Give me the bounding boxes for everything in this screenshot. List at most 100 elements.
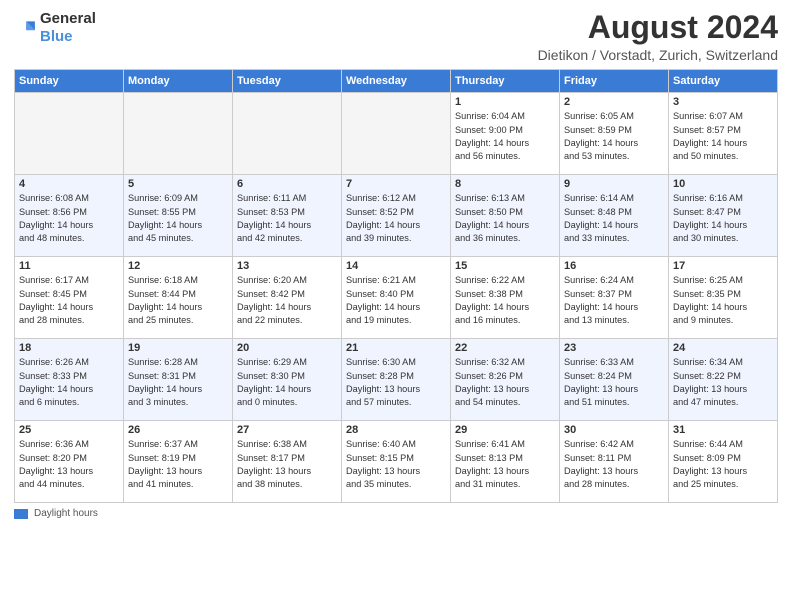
day-info: Sunrise: 6:22 AM Sunset: 8:38 PM Dayligh… xyxy=(455,274,555,327)
calendar-cell: 8 Sunrise: 6:13 AM Sunset: 8:50 PM Daylig… xyxy=(451,175,560,257)
day-number: 19 xyxy=(128,342,228,354)
day-number: 29 xyxy=(455,424,555,436)
day-number: 13 xyxy=(237,260,337,272)
day-info: Sunrise: 6:36 AM Sunset: 8:20 PM Dayligh… xyxy=(19,438,119,491)
day-number: 7 xyxy=(346,178,446,190)
day-number: 11 xyxy=(19,260,119,272)
day-info: Sunrise: 6:24 AM Sunset: 8:37 PM Dayligh… xyxy=(564,274,664,327)
legend-label: Daylight hours xyxy=(34,508,98,519)
day-number: 10 xyxy=(673,178,773,190)
day-number: 18 xyxy=(19,342,119,354)
day-info: Sunrise: 6:32 AM Sunset: 8:26 PM Dayligh… xyxy=(455,356,555,409)
col-saturday: Saturday xyxy=(669,70,778,93)
day-info: Sunrise: 6:18 AM Sunset: 8:44 PM Dayligh… xyxy=(128,274,228,327)
calendar-cell: 13Sunrise: 6:20 AM Sunset: 8:42 PM Dayli… xyxy=(233,257,342,339)
col-monday: Monday xyxy=(124,70,233,93)
logo-text: General Blue xyxy=(40,10,96,46)
calendar-cell: 6Sunrise: 6:11 AM Sunset: 8:53 PM Daylig… xyxy=(233,175,342,257)
calendar-cell: 25 Sunrise: 6:36 AM Sunset: 8:20 PM Dayli… xyxy=(15,421,124,503)
header: General Blue August 2024 Dietikon / Vors… xyxy=(14,10,778,63)
calendar-cell: 16 Sunrise: 6:24 AM Sunset: 8:37 PM Dayli… xyxy=(560,257,669,339)
day-info: Sunrise: 6:08 AM Sunset: 8:56 PM Dayligh… xyxy=(19,192,119,245)
day-info: Sunrise: 6:05 AM Sunset: 8:59 PM Dayligh… xyxy=(564,110,664,163)
day-info: Sunrise: 6:37 AM Sunset: 8:19 PM Dayligh… xyxy=(128,438,228,491)
day-number: 12 xyxy=(128,260,228,272)
day-info: Sunrise: 6:28 AM Sunset: 8:31 PM Dayligh… xyxy=(128,356,228,409)
calendar-week-3: 11 Sunrise: 6:17 AM Sunset: 8:45 PM Dayli… xyxy=(15,257,778,339)
col-friday: Friday xyxy=(560,70,669,93)
day-number: 1 xyxy=(455,96,555,108)
logo-blue: Blue xyxy=(40,28,73,45)
day-info: Sunrise: 6:16 AM Sunset: 8:47 PM Dayligh… xyxy=(673,192,773,245)
day-info: Sunrise: 6:34 AM Sunset: 8:22 PM Dayligh… xyxy=(673,356,773,409)
day-number: 22 xyxy=(455,342,555,354)
col-wednesday: Wednesday xyxy=(342,70,451,93)
calendar-cell: 26 Sunrise: 6:37 AM Sunset: 8:19 PM Dayli… xyxy=(124,421,233,503)
col-tuesday: Tuesday xyxy=(233,70,342,93)
calendar-cell: 12 Sunrise: 6:18 AM Sunset: 8:44 PM Dayli… xyxy=(124,257,233,339)
day-info: Sunrise: 6:33 AM Sunset: 8:24 PM Dayligh… xyxy=(564,356,664,409)
day-number: 26 xyxy=(128,424,228,436)
day-info: Sunrise: 6:26 AM Sunset: 8:33 PM Dayligh… xyxy=(19,356,119,409)
day-number: 14 xyxy=(346,260,446,272)
calendar-cell: 21Sunrise: 6:30 AM Sunset: 8:28 PM Dayli… xyxy=(342,339,451,421)
calendar-table: Sunday Monday Tuesday Wednesday Thursday… xyxy=(14,69,778,503)
day-info: Sunrise: 6:04 AM Sunset: 9:00 PM Dayligh… xyxy=(455,110,555,163)
calendar-cell: 22 Sunrise: 6:32 AM Sunset: 8:26 PM Dayli… xyxy=(451,339,560,421)
calendar-cell: 17 Sunrise: 6:25 AM Sunset: 8:35 PM Dayli… xyxy=(669,257,778,339)
day-number: 31 xyxy=(673,424,773,436)
day-number: 8 xyxy=(455,178,555,190)
title-section: August 2024 Dietikon / Vorstadt, Zurich,… xyxy=(538,10,778,63)
calendar-cell: 28Sunrise: 6:40 AM Sunset: 8:15 PM Dayli… xyxy=(342,421,451,503)
day-info: Sunrise: 6:14 AM Sunset: 8:48 PM Dayligh… xyxy=(564,192,664,245)
calendar-cell: 31Sunrise: 6:44 AM Sunset: 8:09 PM Dayli… xyxy=(669,421,778,503)
day-number: 5 xyxy=(128,178,228,190)
calendar-cell: 15 Sunrise: 6:22 AM Sunset: 8:38 PM Dayli… xyxy=(451,257,560,339)
calendar-cell: 24 Sunrise: 6:34 AM Sunset: 8:22 PM Dayli… xyxy=(669,339,778,421)
calendar-cell xyxy=(342,93,451,175)
logo: General Blue xyxy=(14,10,96,46)
day-number: 27 xyxy=(237,424,337,436)
calendar-cell: 9 Sunrise: 6:14 AM Sunset: 8:48 PM Daylig… xyxy=(560,175,669,257)
day-number: 30 xyxy=(564,424,664,436)
day-number: 15 xyxy=(455,260,555,272)
logo-icon xyxy=(14,17,36,39)
calendar-cell: 23Sunrise: 6:33 AM Sunset: 8:24 PM Dayli… xyxy=(560,339,669,421)
calendar-week-5: 25 Sunrise: 6:36 AM Sunset: 8:20 PM Dayli… xyxy=(15,421,778,503)
day-info: Sunrise: 6:30 AM Sunset: 8:28 PM Dayligh… xyxy=(346,356,446,409)
calendar-cell: 5Sunrise: 6:09 AM Sunset: 8:55 PM Daylig… xyxy=(124,175,233,257)
day-number: 20 xyxy=(237,342,337,354)
calendar-week-2: 4 Sunrise: 6:08 AM Sunset: 8:56 PM Daylig… xyxy=(15,175,778,257)
calendar-week-4: 18 Sunrise: 6:26 AM Sunset: 8:33 PM Dayli… xyxy=(15,339,778,421)
day-info: Sunrise: 6:13 AM Sunset: 8:50 PM Dayligh… xyxy=(455,192,555,245)
calendar-cell: 18 Sunrise: 6:26 AM Sunset: 8:33 PM Dayli… xyxy=(15,339,124,421)
col-sunday: Sunday xyxy=(15,70,124,93)
calendar-cell: 14 Sunrise: 6:21 AM Sunset: 8:40 PM Dayli… xyxy=(342,257,451,339)
day-number: 25 xyxy=(19,424,119,436)
day-info: Sunrise: 6:41 AM Sunset: 8:13 PM Dayligh… xyxy=(455,438,555,491)
legend-box xyxy=(14,509,28,519)
calendar-cell xyxy=(233,93,342,175)
day-info: Sunrise: 6:42 AM Sunset: 8:11 PM Dayligh… xyxy=(564,438,664,491)
calendar-week-1: 1 Sunrise: 6:04 AM Sunset: 9:00 PM Daylig… xyxy=(15,93,778,175)
day-number: 9 xyxy=(564,178,664,190)
day-number: 6 xyxy=(237,178,337,190)
day-number: 2 xyxy=(564,96,664,108)
day-info: Sunrise: 6:40 AM Sunset: 8:15 PM Dayligh… xyxy=(346,438,446,491)
day-info: Sunrise: 6:25 AM Sunset: 8:35 PM Dayligh… xyxy=(673,274,773,327)
day-number: 17 xyxy=(673,260,773,272)
day-number: 4 xyxy=(19,178,119,190)
day-number: 16 xyxy=(564,260,664,272)
logo-general: General xyxy=(40,10,96,27)
day-info: Sunrise: 6:21 AM Sunset: 8:40 PM Dayligh… xyxy=(346,274,446,327)
calendar-cell: 20 Sunrise: 6:29 AM Sunset: 8:30 PM Dayli… xyxy=(233,339,342,421)
day-number: 3 xyxy=(673,96,773,108)
day-number: 24 xyxy=(673,342,773,354)
calendar-cell: 10 Sunrise: 6:16 AM Sunset: 8:47 PM Dayli… xyxy=(669,175,778,257)
legend: Daylight hours xyxy=(14,508,778,519)
day-info: Sunrise: 6:17 AM Sunset: 8:45 PM Dayligh… xyxy=(19,274,119,327)
month-title: August 2024 xyxy=(538,10,778,45)
calendar-cell xyxy=(15,93,124,175)
calendar-cell: 3Sunrise: 6:07 AM Sunset: 8:57 PM Daylig… xyxy=(669,93,778,175)
day-info: Sunrise: 6:29 AM Sunset: 8:30 PM Dayligh… xyxy=(237,356,337,409)
